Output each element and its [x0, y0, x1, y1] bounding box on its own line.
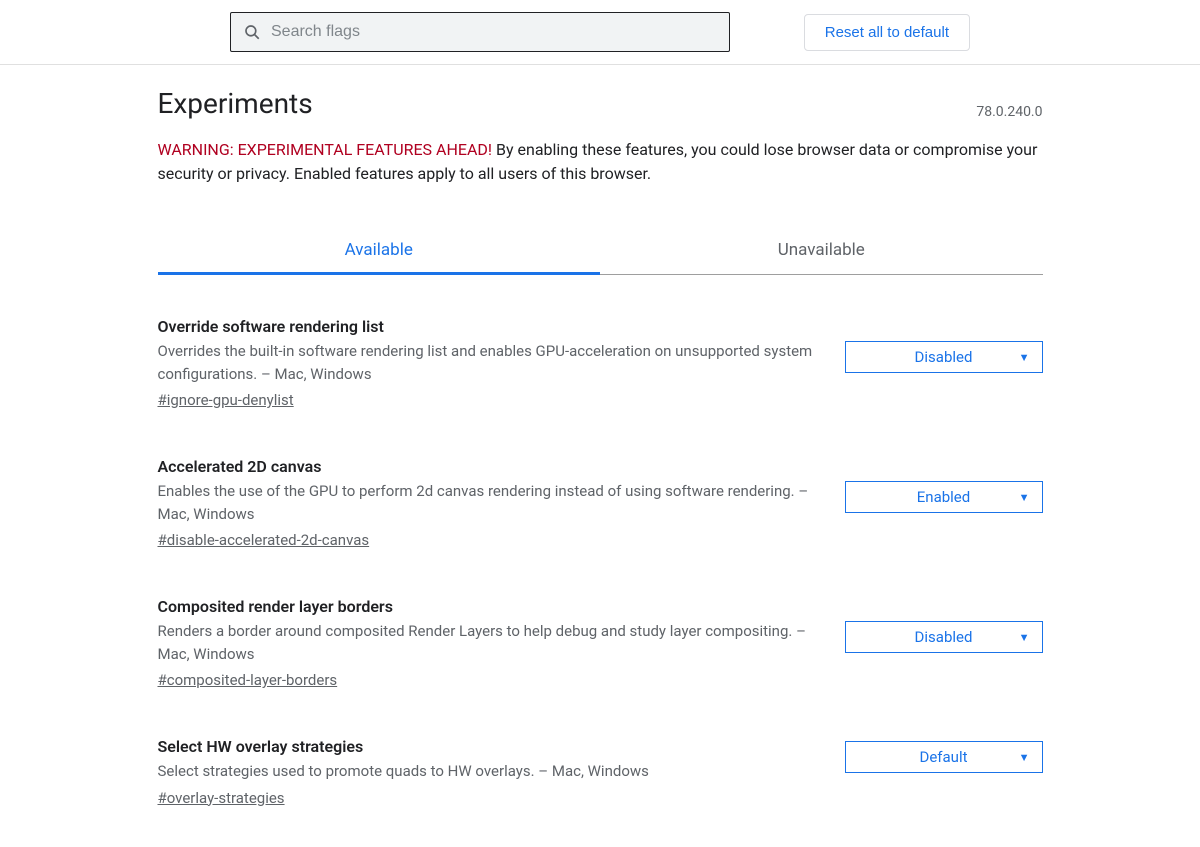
- flag-description: Overrides the built-in software renderin…: [158, 340, 825, 385]
- flag-select-wrap: Default ▼: [845, 741, 1043, 773]
- topbar-inner: Reset all to default: [80, 12, 1120, 52]
- flag-text: Select HW overlay strategies Select stra…: [158, 737, 825, 807]
- flag-item: Accelerated 2D canvas Enables the use of…: [158, 457, 1043, 549]
- flag-title: Override software rendering list: [158, 317, 825, 336]
- flag-title: Accelerated 2D canvas: [158, 457, 825, 476]
- flag-description: Renders a border around composited Rende…: [158, 620, 825, 665]
- tab-available[interactable]: Available: [158, 226, 601, 275]
- flag-item: Composited render layer borders Renders …: [158, 597, 1043, 689]
- flag-hash-link[interactable]: #ignore-gpu-denylist: [158, 391, 294, 409]
- version-label: 78.0.240.0: [976, 104, 1042, 120]
- flag-select-value: Disabled: [915, 348, 973, 366]
- flag-select-wrap: Disabled ▼: [845, 621, 1043, 653]
- flag-select-value: Default: [920, 748, 968, 766]
- flag-title: Select HW overlay strategies: [158, 737, 825, 756]
- flag-title: Composited render layer borders: [158, 597, 825, 616]
- flag-text: Accelerated 2D canvas Enables the use of…: [158, 457, 825, 549]
- main-content: Experiments 78.0.240.0 WARNING: EXPERIME…: [158, 65, 1043, 847]
- topbar: Reset all to default: [0, 0, 1200, 65]
- search-input[interactable]: [271, 23, 717, 41]
- chevron-down-icon: ▼: [1019, 631, 1030, 644]
- flag-text: Override software rendering list Overrid…: [158, 317, 825, 409]
- search-container[interactable]: [230, 12, 730, 52]
- page-title: Experiments: [158, 87, 313, 120]
- flags-list: Override software rendering list Overrid…: [158, 317, 1043, 807]
- tabs: Available Unavailable: [158, 226, 1043, 275]
- reset-all-button[interactable]: Reset all to default: [804, 14, 970, 51]
- flag-hash-link[interactable]: #overlay-strategies: [158, 789, 285, 807]
- search-icon: [243, 23, 261, 41]
- chevron-down-icon: ▼: [1019, 751, 1030, 764]
- flag-select-wrap: Disabled ▼: [845, 341, 1043, 373]
- flag-select[interactable]: Disabled ▼: [845, 341, 1043, 373]
- flag-hash-link[interactable]: #disable-accelerated-2d-canvas: [158, 531, 370, 549]
- flag-select-value: Disabled: [915, 628, 973, 646]
- tab-unavailable[interactable]: Unavailable: [600, 226, 1043, 275]
- title-row: Experiments 78.0.240.0: [158, 87, 1043, 120]
- flag-item: Override software rendering list Overrid…: [158, 317, 1043, 409]
- warning-block: WARNING: EXPERIMENTAL FEATURES AHEAD! By…: [158, 138, 1043, 186]
- chevron-down-icon: ▼: [1019, 491, 1030, 504]
- flag-select-value: Enabled: [917, 488, 970, 506]
- flag-select[interactable]: Disabled ▼: [845, 621, 1043, 653]
- chevron-down-icon: ▼: [1019, 351, 1030, 364]
- warning-prefix: WARNING: EXPERIMENTAL FEATURES AHEAD!: [158, 140, 493, 159]
- flag-description: Enables the use of the GPU to perform 2d…: [158, 480, 825, 525]
- flag-description: Select strategies used to promote quads …: [158, 760, 825, 783]
- flag-hash-link[interactable]: #composited-layer-borders: [158, 671, 338, 689]
- flag-select-wrap: Enabled ▼: [845, 481, 1043, 513]
- flag-item: Select HW overlay strategies Select stra…: [158, 737, 1043, 807]
- flag-text: Composited render layer borders Renders …: [158, 597, 825, 689]
- flag-select[interactable]: Enabled ▼: [845, 481, 1043, 513]
- flag-select[interactable]: Default ▼: [845, 741, 1043, 773]
